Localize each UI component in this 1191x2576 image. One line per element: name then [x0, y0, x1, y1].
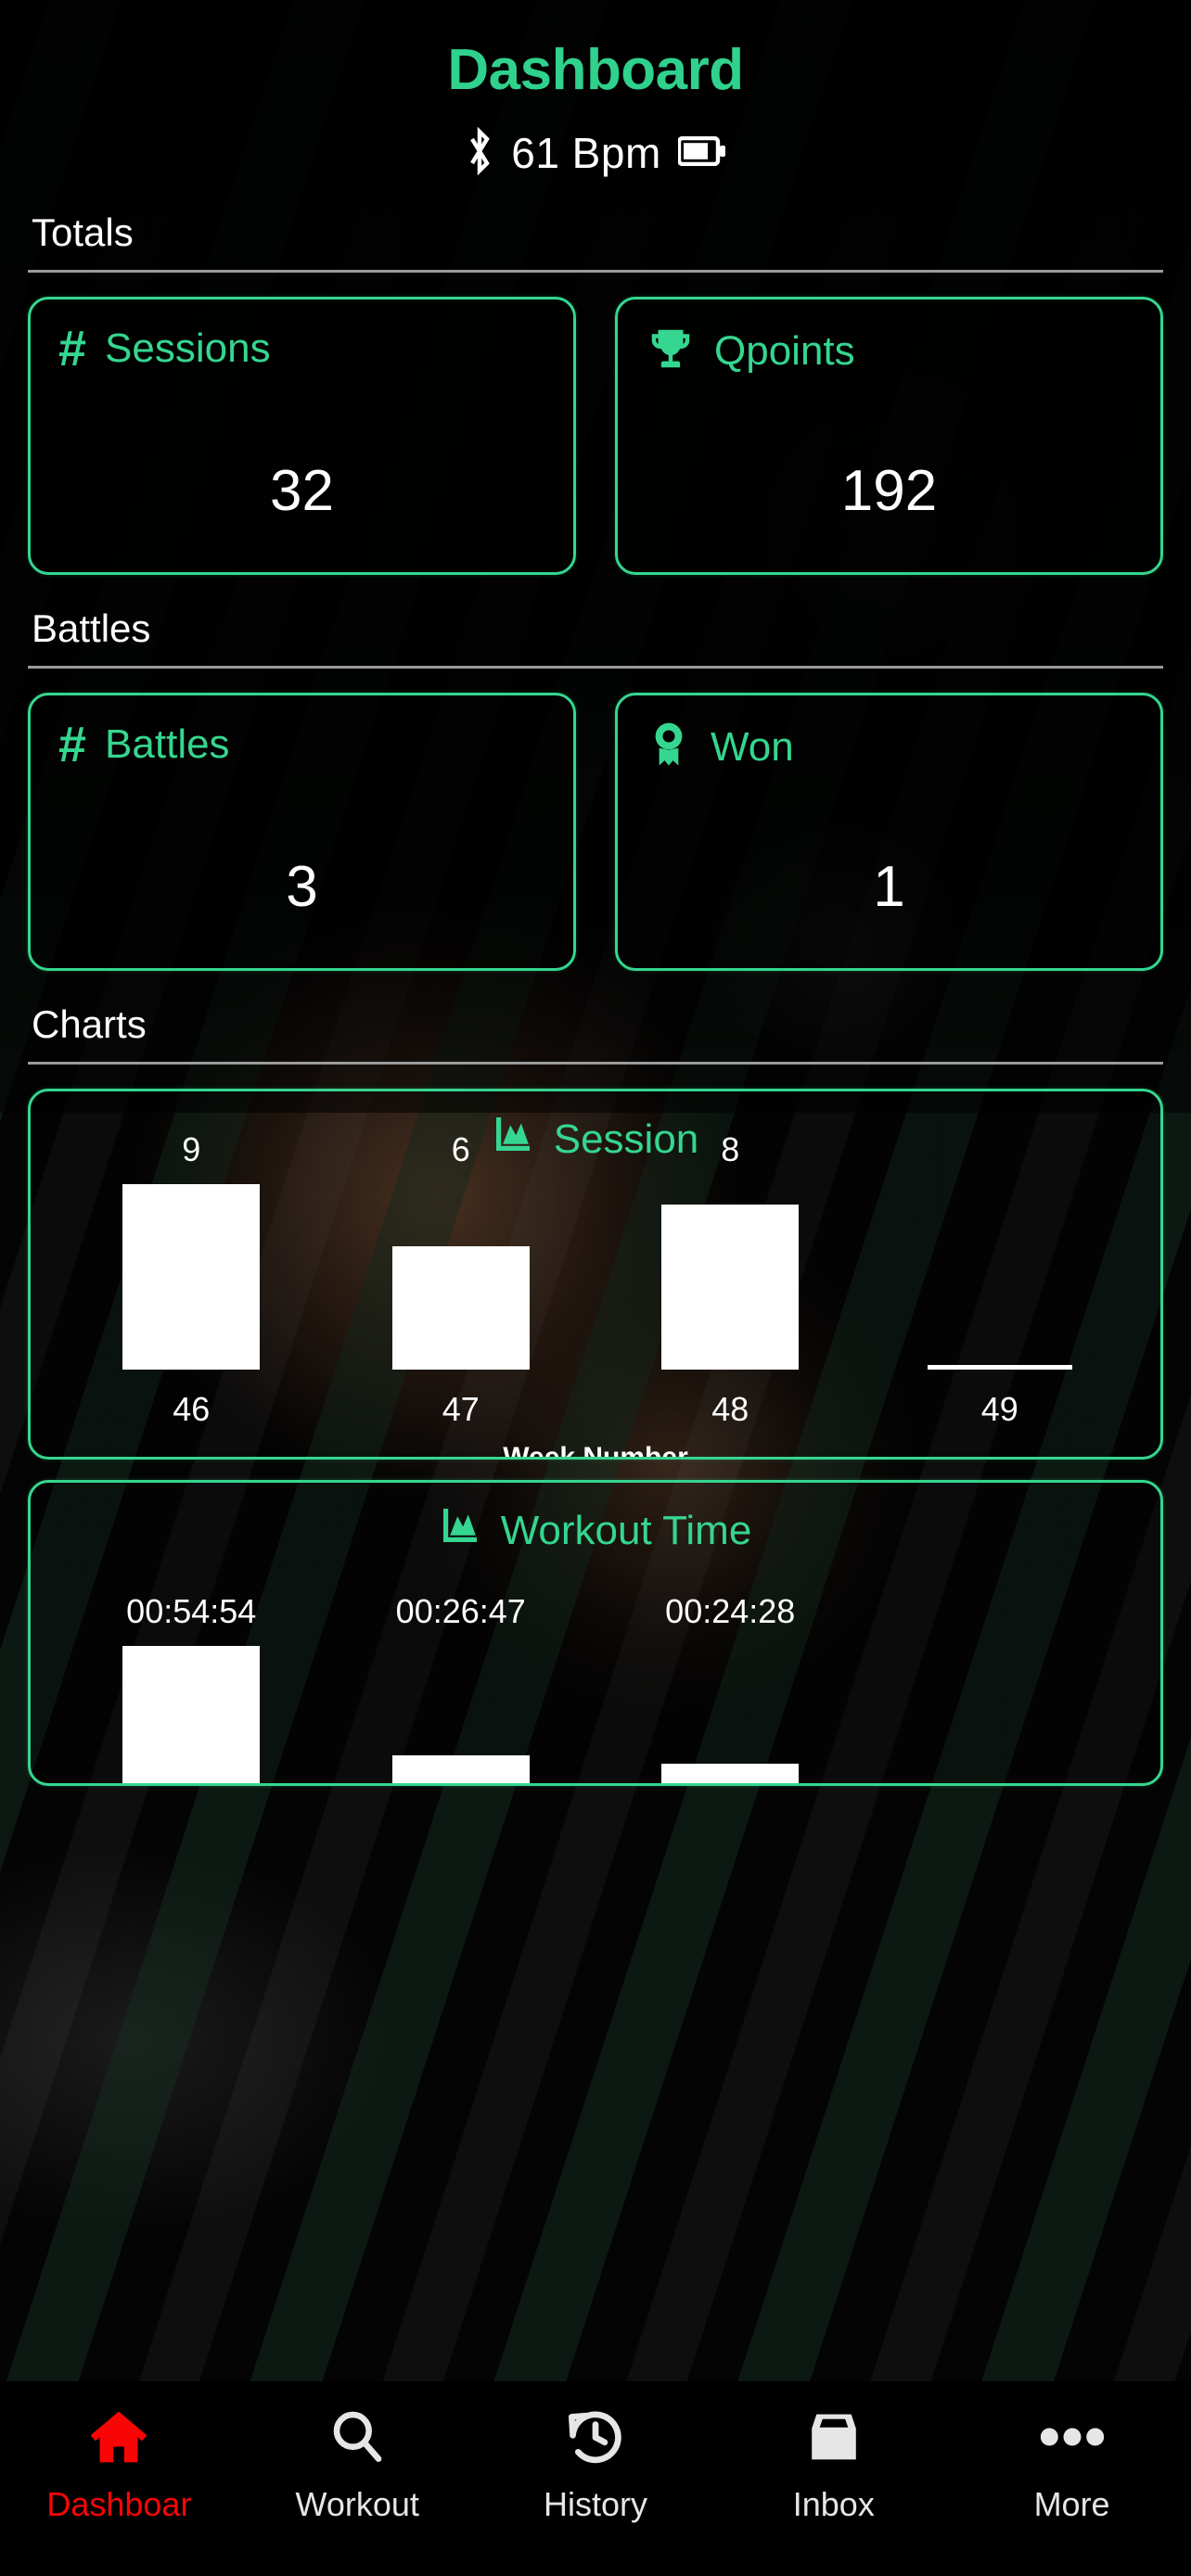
- screen-content: Dashboard 61 Bpm Totals # Sessions 32 Qp…: [0, 0, 1191, 2576]
- section-divider: [28, 666, 1163, 669]
- award-medal-icon: [646, 720, 692, 774]
- inbox-icon: [802, 2404, 865, 2470]
- tab-dashboard[interactable]: Dashboar: [0, 2404, 238, 2524]
- stat-card-label: Won: [711, 723, 794, 770]
- tab-inbox[interactable]: Inbox: [714, 2404, 953, 2524]
- tab-label: Dashboar: [46, 2485, 192, 2523]
- chart-title-text: Workout Time: [500, 1507, 752, 1553]
- tab-label: Workout: [295, 2485, 419, 2523]
- section-divider: [28, 270, 1163, 273]
- bar-column: [865, 1184, 1135, 1370]
- bar-value-label: 00:24:28: [665, 1592, 796, 1630]
- status-row: 61 Bpm: [0, 126, 1191, 180]
- heart-rate-value: 61 Bpm: [511, 129, 661, 177]
- chart-plot-workout: 00:54:54 00:26:47 00:24:28: [31, 1592, 1160, 1783]
- section-battles: Battles # Battles 3 Won 1: [0, 606, 1191, 971]
- tab-label: Inbox: [792, 2485, 875, 2523]
- x-tick: 46: [173, 1390, 211, 1428]
- trophy-icon: [646, 324, 696, 378]
- app-root: Dashboard 61 Bpm Totals # Sessions 32 Qp…: [0, 0, 1191, 2576]
- chart-x-ticks-session: 46 47 48 49: [31, 1390, 1160, 1429]
- bar: [122, 1184, 261, 1370]
- chart-card-session[interactable]: Session 9 6 8 46 47 48 49 Week Number: [28, 1089, 1163, 1460]
- tab-label: More: [1033, 2485, 1110, 2523]
- page-title: Dashboard: [447, 38, 744, 102]
- bar-column: 00:54:54: [57, 1592, 327, 1783]
- stat-card-won[interactable]: Won 1: [615, 693, 1163, 971]
- battery-icon: [676, 135, 726, 171]
- stat-card-header: # Sessions: [58, 324, 545, 374]
- battles-card-row: # Battles 3 Won 1: [28, 693, 1163, 971]
- tab-more[interactable]: More: [953, 2404, 1191, 2524]
- chart-title-workout: Workout Time: [31, 1483, 1160, 1558]
- bar-column: 8: [596, 1130, 865, 1370]
- stat-card-label: Sessions: [105, 325, 271, 371]
- bar-value-label: 00:54:54: [126, 1592, 257, 1630]
- bar: [927, 1365, 1072, 1370]
- stat-card-value: 192: [840, 459, 938, 523]
- area-chart-icon: [440, 1503, 484, 1558]
- stat-card-header: # Battles: [58, 720, 545, 770]
- ellipsis-icon: [1040, 2404, 1105, 2470]
- stat-card-header: Won: [646, 720, 1133, 774]
- stat-card-value: 32: [270, 459, 334, 523]
- bar: [661, 1205, 800, 1370]
- bar-column: 00:26:47: [327, 1592, 596, 1783]
- stat-card-value: 3: [286, 855, 318, 919]
- stat-card-sessions[interactable]: # Sessions 32: [28, 297, 576, 575]
- bar-value-label: 00:26:47: [395, 1592, 526, 1630]
- totals-card-row: # Sessions 32 Qpoints 192: [28, 297, 1163, 575]
- stat-card-qpoints[interactable]: Qpoints 192: [615, 297, 1163, 575]
- x-tick: 49: [980, 1390, 1018, 1428]
- hash-icon: #: [58, 321, 87, 376]
- x-tick: 47: [442, 1390, 480, 1428]
- section-label-charts: Charts: [32, 1002, 147, 1046]
- bar-value-label: 8: [721, 1130, 740, 1168]
- stat-card-label: Battles: [105, 721, 230, 767]
- bar: [122, 1646, 261, 1783]
- tab-workout[interactable]: Workout: [238, 2404, 477, 2524]
- bar: [391, 1754, 530, 1783]
- stat-card-label: Qpoints: [714, 327, 855, 374]
- section-charts: Charts Session 9 6 8 46 47 48 49 Week Nu…: [0, 1002, 1191, 1786]
- bar-column: 9: [57, 1130, 327, 1370]
- home-icon: [86, 2404, 151, 2470]
- section-totals: Totals # Sessions 32 Qpoints 192: [0, 210, 1191, 575]
- bottom-tab-bar: Dashboar Workout History Inbox More: [0, 2381, 1191, 2576]
- bluetooth-icon: [465, 126, 494, 180]
- stat-card-header: Qpoints: [646, 324, 1133, 378]
- hash-icon: #: [58, 717, 87, 772]
- tab-history[interactable]: History: [477, 2404, 715, 2524]
- bar: [391, 1245, 530, 1370]
- search-icon: [327, 2404, 388, 2470]
- stat-card-value: 1: [873, 855, 905, 919]
- bar: [661, 1764, 800, 1783]
- bar-value-label: 9: [182, 1130, 201, 1168]
- chart-plot-session: 9 6 8: [31, 1130, 1160, 1370]
- bar-column: 6: [327, 1130, 596, 1370]
- stat-card-battles[interactable]: # Battles 3: [28, 693, 576, 971]
- tab-label: History: [543, 2485, 647, 2523]
- chart-x-axis-label: Week Number: [503, 1442, 688, 1460]
- bar-column: [865, 1646, 1135, 1783]
- history-icon: [563, 2404, 628, 2470]
- chart-card-workout-time[interactable]: Workout Time 00:54:54 00:26:47 00:24:28: [28, 1480, 1163, 1786]
- section-label-battles: Battles: [32, 606, 151, 650]
- section-divider: [28, 1062, 1163, 1065]
- bar-column: 00:24:28: [596, 1592, 865, 1783]
- x-tick: 48: [711, 1390, 749, 1428]
- bar-value-label: 6: [451, 1130, 470, 1168]
- section-label-totals: Totals: [32, 210, 134, 254]
